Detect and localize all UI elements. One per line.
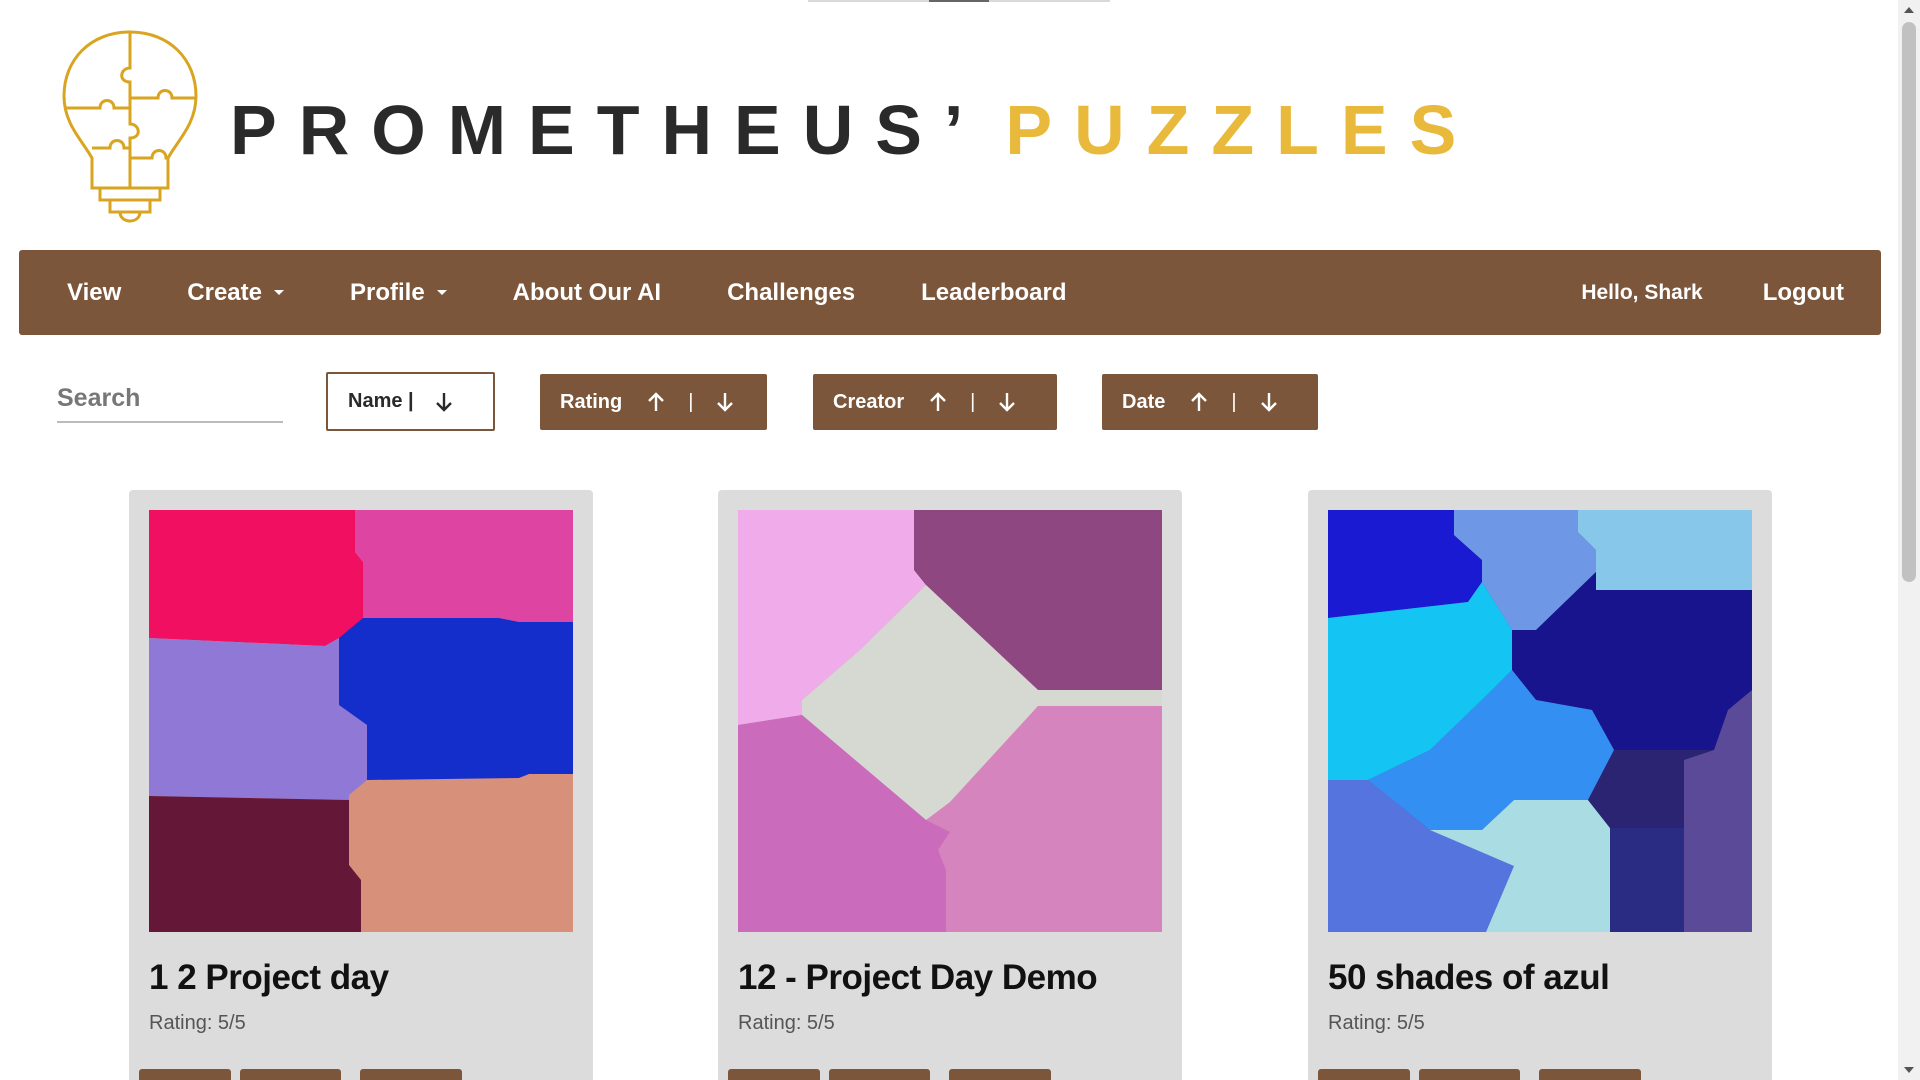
card-actions: [728, 1069, 1060, 1080]
nav-create-dropdown[interactable]: Create: [154, 279, 317, 307]
puzzle-card[interactable]: 12 - Project Day Demo Rating: 5/5: [718, 490, 1182, 1080]
card-action-button[interactable]: [139, 1069, 231, 1080]
card-title[interactable]: 12 - Project Day Demo: [738, 958, 1098, 998]
arrow-up-icon[interactable]: [644, 390, 668, 414]
puzzle-card[interactable]: 1 2 Project day Rating: 5/5: [129, 490, 593, 1080]
nav-profile-dropdown[interactable]: Profile: [317, 279, 480, 307]
sort-date-label: Date: [1122, 390, 1166, 413]
card-rating: Rating: 5/5: [1328, 1012, 1425, 1034]
brand-word-puzzles: PUZZLES: [1005, 91, 1479, 169]
sort-rating-button: Rating |: [540, 374, 767, 430]
sort-creator-button: Creator |: [813, 374, 1057, 430]
scroll-up-arrow-icon[interactable]: [1904, 7, 1914, 13]
lightbulb-puzzle-logo-icon: [62, 30, 198, 223]
puzzle-card[interactable]: 50 shades of azul Rating: 5/5: [1308, 490, 1772, 1080]
sort-creator-label: Creator: [833, 390, 905, 413]
scroll-down-arrow-icon[interactable]: [1904, 1067, 1914, 1073]
sort-separator: |: [1231, 390, 1237, 413]
card-actions: [1318, 1069, 1650, 1080]
puzzle-thumbnail[interactable]: [149, 510, 573, 932]
user-greeting: Hello, Shark: [1581, 280, 1703, 304]
card-title[interactable]: 50 shades of azul: [1328, 958, 1610, 998]
nav-view-label: View: [67, 278, 122, 306]
card-action-button[interactable]: [1318, 1069, 1410, 1080]
arrow-up-icon[interactable]: [1187, 390, 1211, 414]
scrollbar-thumb[interactable]: [1902, 22, 1916, 582]
nav-leaderboard[interactable]: Leaderboard: [888, 279, 1099, 307]
card-action-button[interactable]: [1419, 1069, 1520, 1080]
card-rating: Rating: 5/5: [738, 1012, 835, 1034]
search-input[interactable]: [57, 375, 283, 421]
logout-button[interactable]: Logout: [1733, 279, 1881, 307]
puzzle-thumbnail[interactable]: [738, 510, 1162, 932]
nav-about-ai[interactable]: About Our AI: [480, 279, 694, 307]
card-action-button[interactable]: [360, 1069, 462, 1080]
page-scrollbar[interactable]: [1898, 0, 1920, 1080]
sort-rating-label: Rating: [560, 390, 623, 413]
card-action-button[interactable]: [1539, 1069, 1641, 1080]
nav-profile-label: Profile: [349, 278, 425, 306]
caret-down-icon: [273, 290, 284, 295]
sort-name-button[interactable]: Name |: [326, 372, 495, 431]
nav-challenges-label: Challenges: [727, 278, 856, 306]
nav-about-ai-label: About Our AI: [512, 278, 662, 306]
nav-user-area: Hello, Shark Logout: [1551, 250, 1881, 335]
arrow-down-icon[interactable]: [995, 390, 1019, 414]
nav-leaderboard-label: Leaderboard: [921, 278, 1067, 306]
sort-name-label: Name |: [348, 390, 414, 412]
nav-challenges[interactable]: Challenges: [694, 279, 888, 307]
card-title[interactable]: 1 2 Project day: [149, 958, 389, 998]
arrow-down-icon[interactable]: [1257, 390, 1281, 414]
arrow-down-icon[interactable]: [432, 390, 456, 414]
card-action-button[interactable]: [240, 1069, 341, 1080]
main-navbar: View Create Profile About Our AI Challen…: [19, 250, 1881, 335]
card-action-button[interactable]: [728, 1069, 820, 1080]
sort-separator: |: [970, 390, 976, 413]
sort-date-button: Date |: [1102, 374, 1318, 430]
nav-view[interactable]: View: [19, 279, 154, 307]
card-actions: [139, 1069, 471, 1080]
card-action-button[interactable]: [829, 1069, 930, 1080]
search-field: [57, 375, 283, 423]
nav-create-label: Create: [187, 278, 262, 306]
site-header: PROMETHEUS’ PUZZLES: [0, 0, 1890, 250]
card-action-button[interactable]: [949, 1069, 1051, 1080]
sort-separator: |: [688, 390, 694, 413]
puzzle-thumbnail[interactable]: [1328, 510, 1752, 932]
caret-down-icon: [436, 290, 447, 295]
card-rating: Rating: 5/5: [149, 1012, 246, 1034]
brand-word-prometheus: PROMETHEUS’: [230, 91, 986, 169]
arrow-down-icon[interactable]: [713, 390, 737, 414]
arrow-up-icon[interactable]: [926, 390, 950, 414]
brand-wordmark[interactable]: PROMETHEUS’ PUZZLES: [230, 90, 1478, 170]
